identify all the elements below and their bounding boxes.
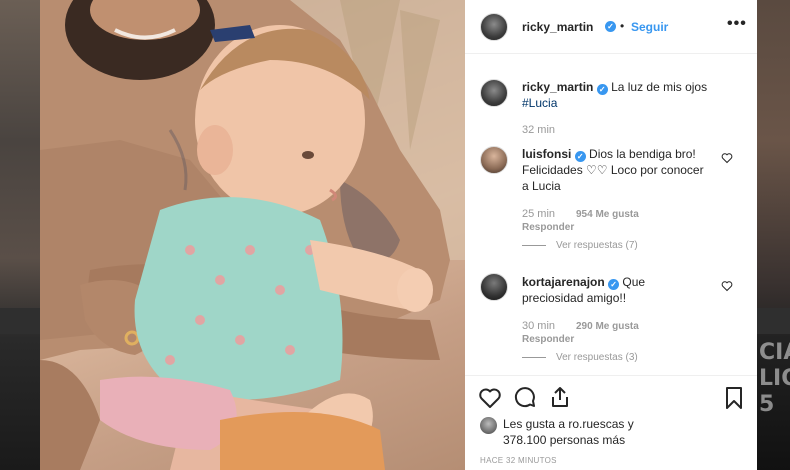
- caption-time[interactable]: 32 min: [522, 124, 555, 136]
- comment-likes[interactable]: 290 Me gusta: [576, 321, 639, 332]
- post-header: ricky_martin ✓ • Seguir •••: [465, 0, 757, 54]
- post-caption: ricky_martin ✓ La luz de mis ojos #Lucia: [522, 79, 742, 111]
- comment-line: Que: [622, 275, 646, 289]
- avatar[interactable]: [480, 146, 508, 174]
- view-replies-button[interactable]: Ver respuestas (3): [522, 352, 638, 363]
- verified-badge-icon: ✓: [596, 84, 608, 95]
- view-replies-button[interactable]: Ver respuestas (7): [522, 240, 638, 251]
- replies-divider: [522, 244, 546, 246]
- background-feed-left: [0, 0, 40, 470]
- replies-divider: [522, 356, 546, 358]
- liker-avatar[interactable]: [480, 417, 497, 434]
- bookmark-icon[interactable]: [722, 386, 746, 410]
- likes-line: Les gusta a ro.ruescas y: [503, 417, 634, 431]
- share-icon[interactable]: [548, 385, 572, 409]
- post-photo[interactable]: [40, 0, 465, 470]
- avatar[interactable]: [480, 273, 508, 301]
- follow-button[interactable]: Seguir: [631, 20, 668, 34]
- comment-text: luisfonsi ✓ Dios la bendiga bro! Felicid…: [522, 146, 722, 194]
- comment-line: preciosidad amigo!!: [522, 291, 627, 305]
- photo-illustration: [40, 0, 465, 470]
- comment-like-heart-icon[interactable]: [721, 280, 733, 292]
- avatar[interactable]: [480, 79, 508, 107]
- verified-badge-icon: ✓: [608, 279, 620, 290]
- background-text: CIA LIO 5: [759, 340, 790, 417]
- comment-time[interactable]: 25 min: [522, 208, 555, 220]
- view-replies-label: Ver respuestas (3): [556, 352, 638, 363]
- comment-line: Dios la bendiga bro!: [589, 147, 696, 161]
- heart-icon[interactable]: [478, 386, 502, 410]
- separator-dot: •: [620, 19, 625, 33]
- verified-badge-icon: ✓: [605, 21, 616, 32]
- actions-divider: [465, 375, 757, 376]
- caption-text: La luz de mis ojos: [611, 80, 708, 94]
- comment-line: Felicidades ♡♡ Loco por conocer: [522, 163, 704, 177]
- comment-likes[interactable]: 954 Me gusta: [576, 209, 639, 220]
- background-divider: [757, 308, 790, 334]
- post-side-panel: ricky_martin ✓ • Seguir ••• ricky_martin…: [465, 0, 757, 470]
- comment-line: a Lucia: [522, 179, 561, 193]
- likes-summary[interactable]: Les gusta a ro.ruescas y 378.100 persona…: [503, 416, 634, 448]
- caption-username[interactable]: ricky_martin: [522, 80, 593, 94]
- reply-button[interactable]: Responder: [522, 222, 574, 233]
- post-username[interactable]: ricky_martin: [522, 20, 593, 34]
- comment-like-heart-icon[interactable]: [721, 152, 733, 164]
- caption-hashtag[interactable]: #Lucia: [522, 96, 557, 110]
- comment-username[interactable]: luisfonsi: [522, 147, 571, 161]
- comment-icon[interactable]: [513, 386, 537, 410]
- more-icon[interactable]: •••: [727, 15, 747, 33]
- comment-text: kortajarenajon ✓ Que preciosidad amigo!!: [522, 274, 722, 306]
- view-replies-label: Ver respuestas (7): [556, 240, 638, 251]
- background-feed-right: CIA LIO 5: [757, 0, 790, 470]
- likes-line: 378.100 personas más: [503, 433, 626, 447]
- post-time-ago[interactable]: HACE 32 MINUTOS: [480, 456, 557, 465]
- reply-button[interactable]: Responder: [522, 334, 574, 345]
- background-divider: [0, 308, 40, 334]
- verified-badge-icon: ✓: [574, 151, 586, 162]
- avatar[interactable]: [480, 13, 508, 41]
- comment-time[interactable]: 30 min: [522, 320, 555, 332]
- comment-username[interactable]: kortajarenajon: [522, 275, 605, 289]
